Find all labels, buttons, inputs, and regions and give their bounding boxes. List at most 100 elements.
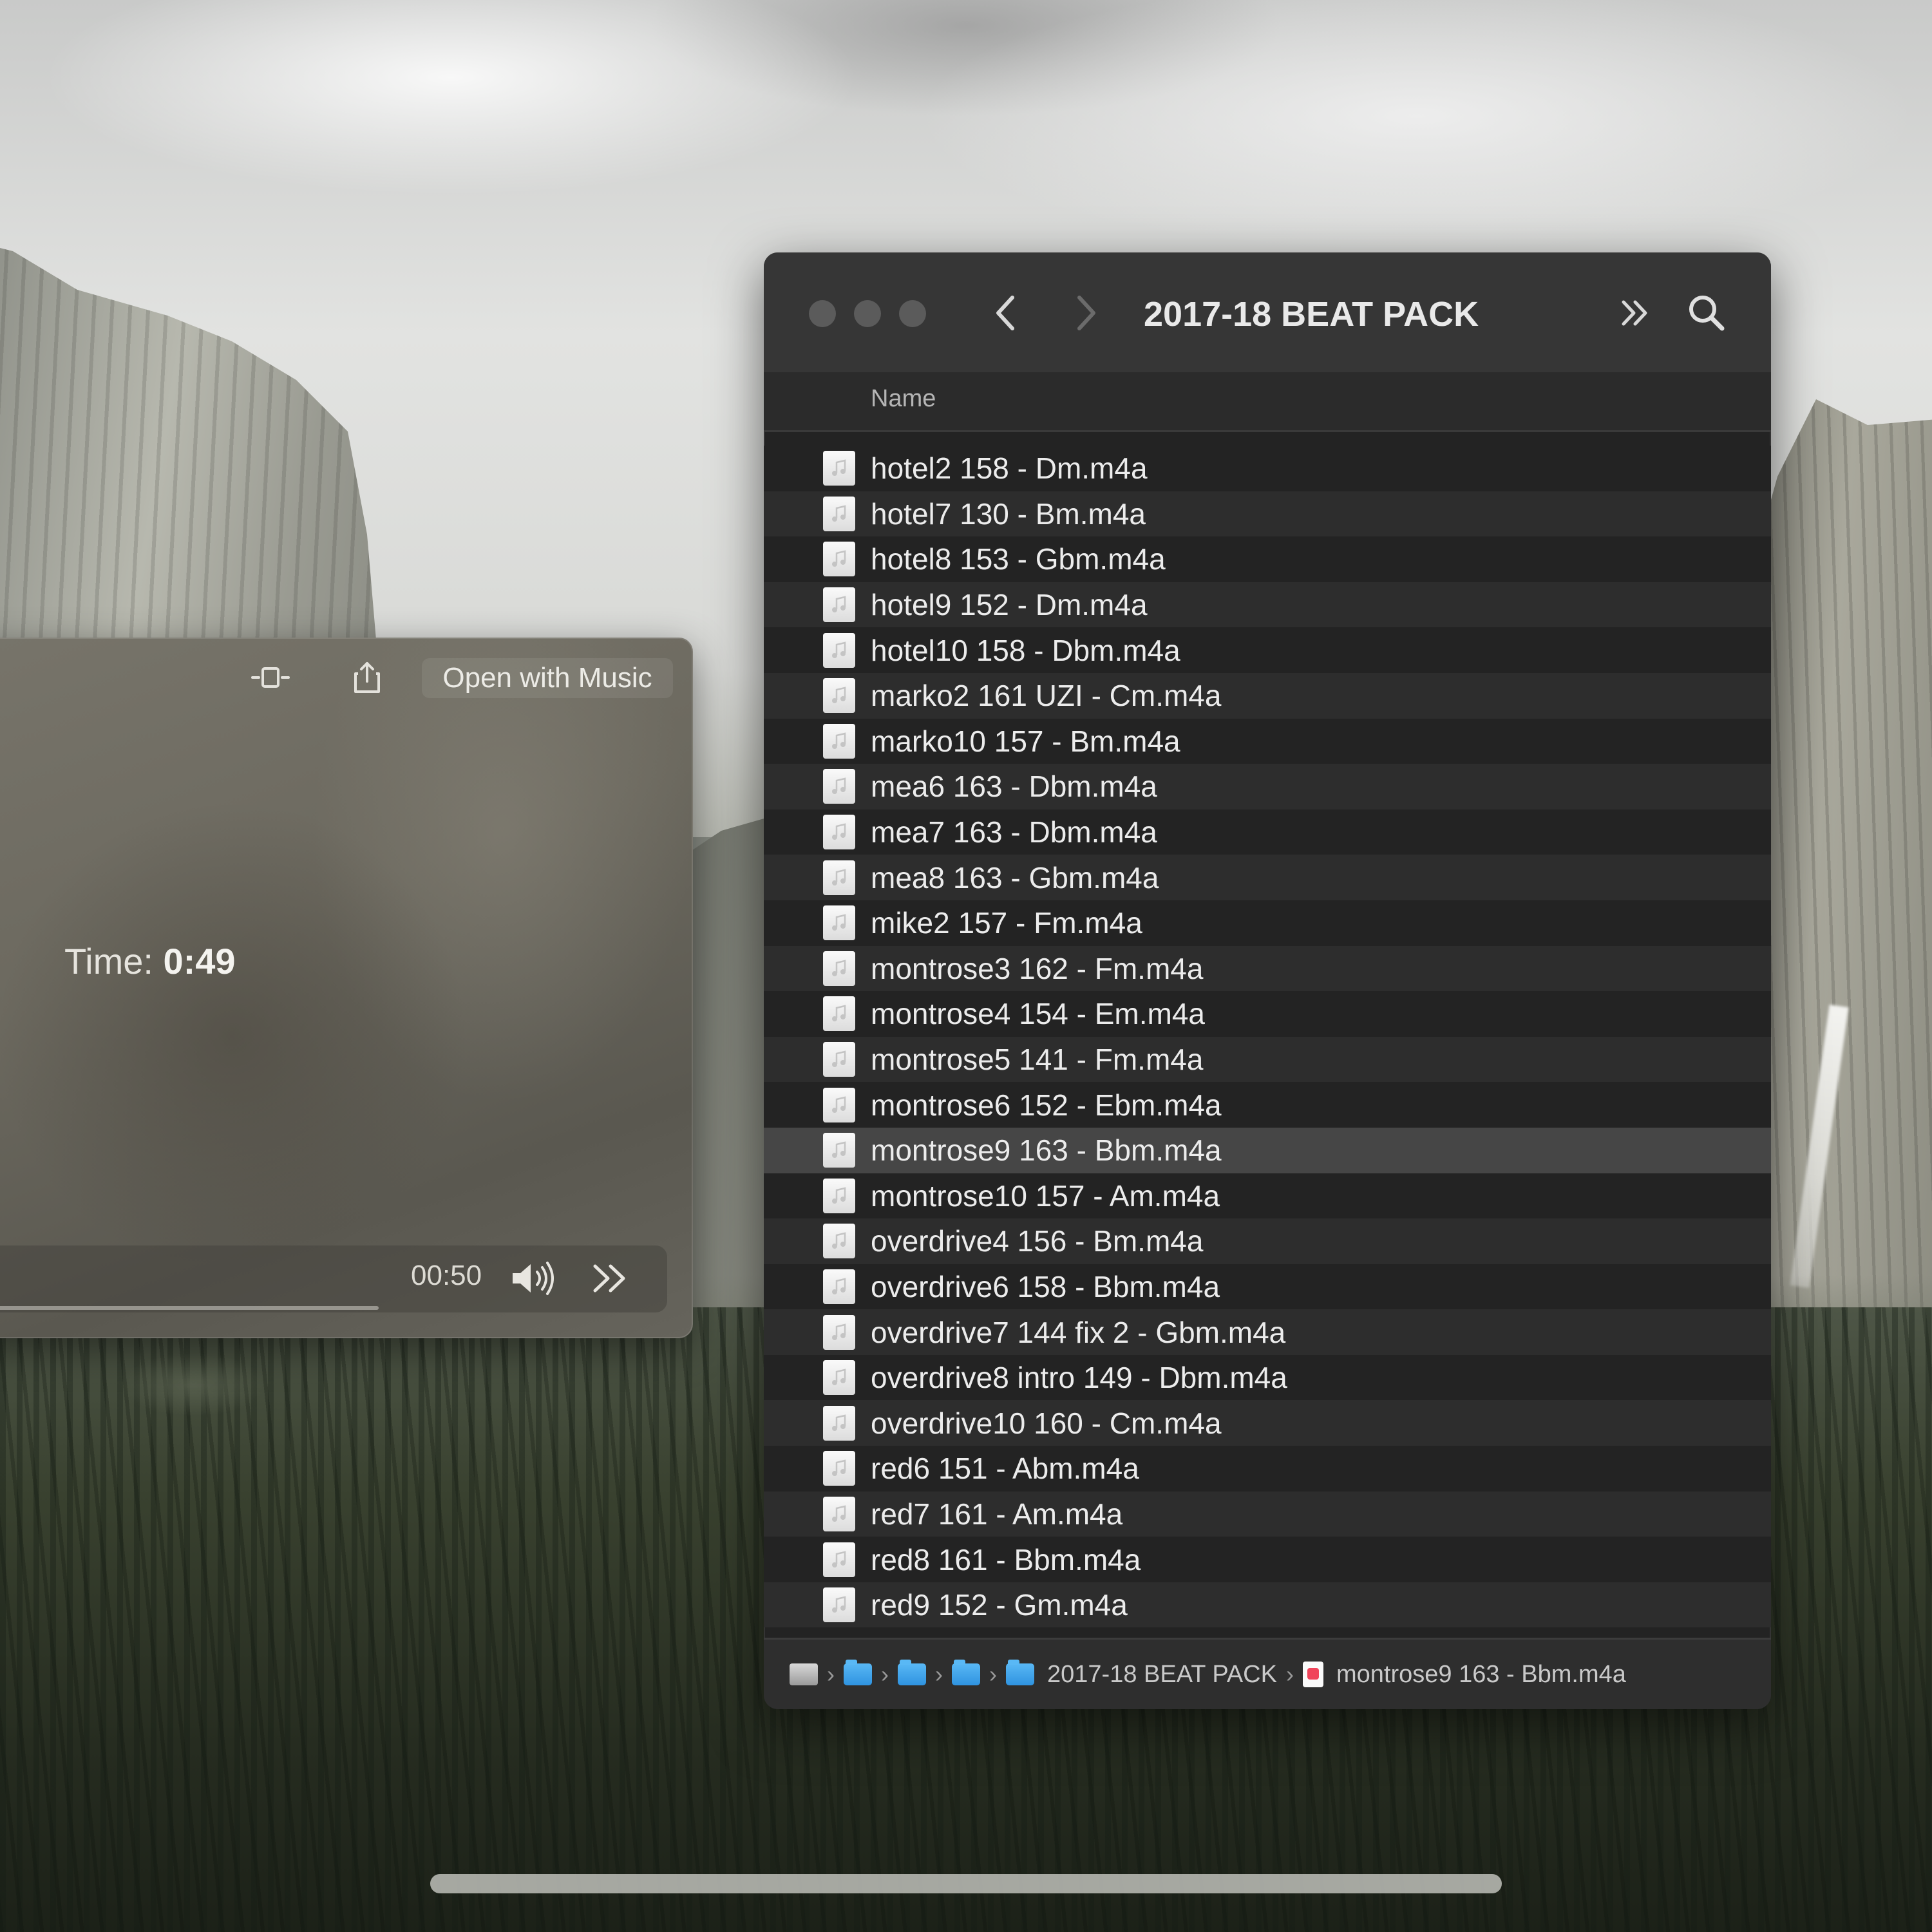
file-row[interactable]: hotel9 152 - Dm.m4a bbox=[764, 582, 1771, 628]
file-row[interactable]: montrose5 141 - Fm.m4a bbox=[764, 1036, 1771, 1083]
file-row[interactable]: overdrive7 144 fix 2 - Gbm.m4a bbox=[764, 1309, 1771, 1355]
audio-file-icon bbox=[823, 1496, 855, 1531]
toolbar-overflow-button[interactable] bbox=[1610, 287, 1662, 339]
search-icon bbox=[1689, 296, 1725, 331]
file-name: red6 151 - Abm.m4a bbox=[871, 1452, 1139, 1486]
audio-file-icon bbox=[823, 1087, 855, 1122]
time-label: Time: bbox=[64, 941, 153, 981]
audio-file-icon bbox=[823, 1178, 855, 1213]
volume-icon[interactable] bbox=[509, 1256, 560, 1301]
file-row[interactable]: marko10 157 - Bm.m4a bbox=[764, 718, 1771, 764]
file-name: montrose3 162 - Fm.m4a bbox=[871, 951, 1204, 985]
file-row[interactable]: hotel10 158 - Dbm.m4a bbox=[764, 627, 1771, 673]
double-chevron-icon bbox=[1622, 300, 1647, 326]
audio-file-icon bbox=[823, 1269, 855, 1304]
file-name: red8 161 - Bbm.m4a bbox=[871, 1542, 1141, 1577]
file-row[interactable]: overdrive6 158 - Bbm.m4a bbox=[764, 1264, 1771, 1310]
file-row[interactable]: mea8 163 - Gbm.m4a bbox=[764, 855, 1771, 900]
window-title: 2017-18 BEAT PACK bbox=[1144, 295, 1479, 334]
audio-file-icon bbox=[823, 496, 855, 531]
file-name: montrose10 157 - Am.m4a bbox=[871, 1179, 1220, 1213]
file-name: montrose4 154 - Em.m4a bbox=[871, 997, 1206, 1031]
file-row[interactable]: red8 161 - Bbm.m4a bbox=[764, 1537, 1771, 1582]
file-row[interactable]: mea7 163 - Dbm.m4a bbox=[764, 809, 1771, 855]
column-header-label: Name bbox=[871, 385, 936, 412]
path-file-name[interactable]: montrose9 163 - Bbm.m4a bbox=[1336, 1661, 1626, 1689]
file-name: hotel8 153 - Gbm.m4a bbox=[871, 542, 1166, 576]
file-row[interactable]: marko2 161 UZI - Cm.m4a bbox=[764, 672, 1771, 719]
audio-file-icon bbox=[823, 905, 855, 941]
file-name: mea8 163 - Gbm.m4a bbox=[871, 860, 1159, 895]
file-name: hotel10 158 - Dbm.m4a bbox=[871, 633, 1180, 667]
player-toolbar: Open with Music bbox=[0, 638, 693, 715]
file-name: marko10 157 - Bm.m4a bbox=[871, 724, 1180, 758]
file-name: red9 152 - Gm.m4a bbox=[871, 1588, 1128, 1622]
audio-file-icon bbox=[823, 1587, 855, 1623]
folder-icon[interactable] bbox=[1006, 1660, 1034, 1685]
zoom-window-button[interactable] bbox=[899, 300, 926, 327]
audio-file-icon bbox=[823, 996, 855, 1032]
name-column-header[interactable]: Name bbox=[764, 372, 1771, 432]
file-name: overdrive4 156 - Bm.m4a bbox=[871, 1224, 1204, 1258]
audio-file-icon bbox=[823, 678, 855, 714]
path-folder-name[interactable]: 2017-18 BEAT PACK bbox=[1047, 1661, 1277, 1689]
file-name: montrose6 152 - Ebm.m4a bbox=[871, 1088, 1222, 1122]
file-row[interactable]: overdrive8 intro 149 - Dbm.m4a bbox=[764, 1354, 1771, 1401]
audio-file-icon bbox=[823, 1042, 855, 1077]
time-value: 0:49 bbox=[163, 941, 236, 981]
audio-file-icon bbox=[823, 1314, 855, 1350]
file-name: hotel7 130 - Bm.m4a bbox=[871, 497, 1146, 531]
trim-icon[interactable] bbox=[251, 658, 290, 697]
close-window-button[interactable] bbox=[809, 300, 836, 327]
finder-window[interactable]: 2017-18 BEAT PACK Name hotel2 158 - Dm.m… bbox=[764, 252, 1771, 1709]
file-row[interactable]: red9 152 - Gm.m4a bbox=[764, 1582, 1771, 1628]
minimize-window-button[interactable] bbox=[854, 300, 881, 327]
folder-icon[interactable] bbox=[952, 1660, 980, 1685]
drive-icon[interactable] bbox=[790, 1663, 818, 1685]
audio-file-icon bbox=[823, 542, 855, 577]
playback-control-bar bbox=[0, 1245, 667, 1312]
file-row[interactable]: montrose3 162 - Fm.m4a bbox=[764, 945, 1771, 992]
search-button[interactable] bbox=[1681, 287, 1732, 339]
file-row[interactable]: red6 151 - Abm.m4a bbox=[764, 1446, 1771, 1492]
file-row[interactable]: mike2 157 - Fm.m4a bbox=[764, 900, 1771, 946]
file-row[interactable]: montrose10 157 - Am.m4a bbox=[764, 1173, 1771, 1219]
open-with-music-button[interactable]: Open with Music bbox=[422, 658, 673, 698]
audio-file-icon bbox=[823, 587, 855, 623]
file-row[interactable]: montrose6 152 - Ebm.m4a bbox=[764, 1082, 1771, 1128]
audio-file-icon bbox=[823, 860, 855, 895]
file-row[interactable]: montrose9 163 - Bbm.m4a bbox=[764, 1127, 1771, 1173]
home-indicator[interactable] bbox=[430, 1874, 1502, 1893]
file-name: montrose5 141 - Fm.m4a bbox=[871, 1043, 1204, 1077]
file-name: overdrive7 144 fix 2 - Gbm.m4a bbox=[871, 1315, 1286, 1349]
audio-file-icon bbox=[823, 632, 855, 668]
file-row[interactable]: red7 161 - Am.m4a bbox=[764, 1491, 1771, 1537]
audio-file-icon bbox=[823, 951, 855, 986]
file-row[interactable]: hotel8 153 - Gbm.m4a bbox=[764, 536, 1771, 582]
audio-file-icon bbox=[823, 1224, 855, 1259]
back-button[interactable] bbox=[980, 287, 1032, 339]
chevron-left-icon bbox=[996, 296, 1014, 330]
file-name: red7 161 - Am.m4a bbox=[871, 1497, 1123, 1531]
folder-icon[interactable] bbox=[844, 1660, 872, 1685]
file-row[interactable]: hotel2 158 - Dm.m4a bbox=[764, 446, 1771, 491]
file-name: montrose9 163 - Bbm.m4a bbox=[871, 1133, 1222, 1168]
file-name: overdrive8 intro 149 - Dbm.m4a bbox=[871, 1361, 1287, 1395]
audio-file-icon bbox=[823, 1542, 855, 1577]
path-separator: › bbox=[1285, 1661, 1294, 1687]
file-row[interactable]: overdrive4 156 - Bm.m4a bbox=[764, 1218, 1771, 1264]
audio-file-icon bbox=[823, 1451, 855, 1486]
playback-scrubber[interactable] bbox=[0, 1306, 379, 1310]
folder-icon[interactable] bbox=[898, 1660, 926, 1685]
audio-file-icon bbox=[823, 769, 855, 804]
forward-button[interactable] bbox=[1060, 287, 1112, 339]
file-row[interactable]: montrose4 154 - Em.m4a bbox=[764, 991, 1771, 1037]
file-row[interactable]: hotel7 130 - Bm.m4a bbox=[764, 491, 1771, 537]
audio-file-icon bbox=[823, 1133, 855, 1168]
file-row[interactable]: overdrive10 160 - Cm.m4a bbox=[764, 1400, 1771, 1446]
quicklook-player-window[interactable]: Open with Music Time: 0:49 00:50 bbox=[0, 638, 693, 1338]
file-row[interactable]: mea6 163 - Dbm.m4a bbox=[764, 764, 1771, 810]
share-icon[interactable] bbox=[348, 658, 386, 697]
fast-forward-icon[interactable] bbox=[585, 1256, 636, 1301]
file-name: overdrive10 160 - Cm.m4a bbox=[871, 1406, 1222, 1440]
